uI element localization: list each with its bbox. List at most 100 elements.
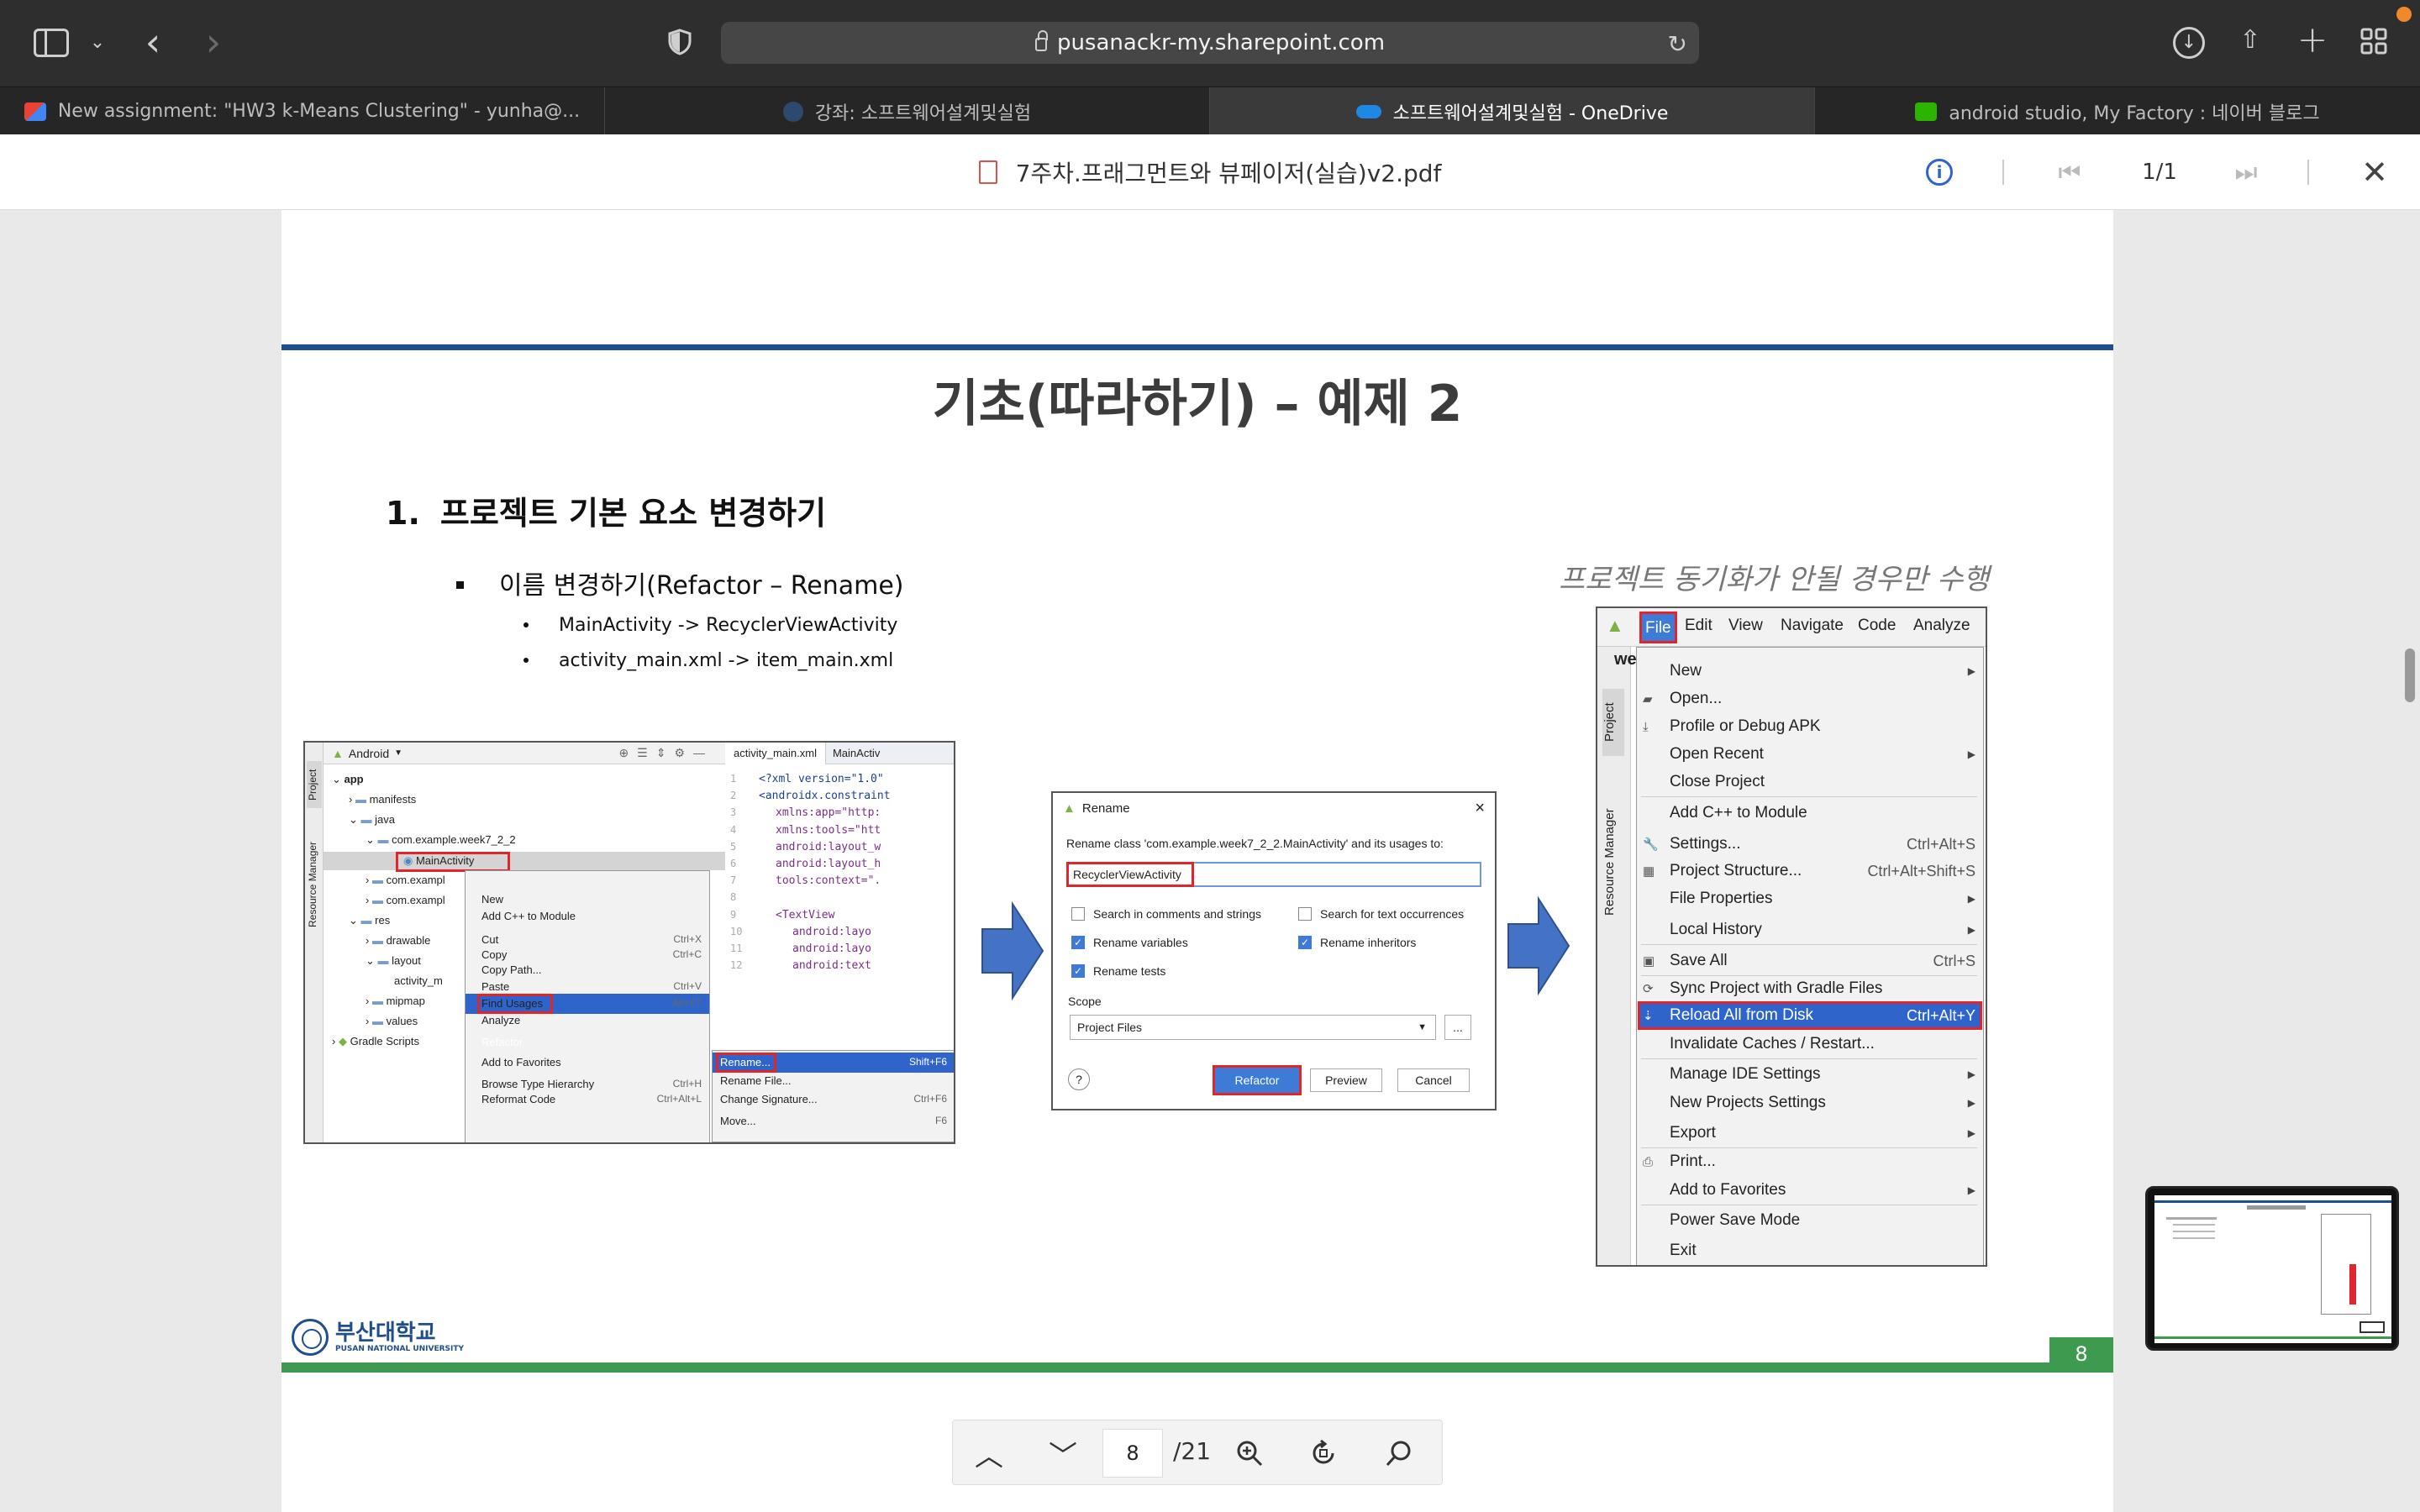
- code-line-number: 9: [730, 908, 737, 921]
- file-menu-item[interactable]: Open Recent ▶: [1643, 743, 1975, 765]
- file-menu-item[interactable]: Add to Favorites ▶: [1643, 1179, 1975, 1201]
- tree-item[interactable]: › ▬ com.exampl: [366, 874, 445, 886]
- tree-item-mainactivity[interactable]: ◉ MainActivity: [396, 852, 510, 872]
- context-menu-item[interactable]: Add C++ to Module: [481, 907, 702, 924]
- tab-gmail[interactable]: New assignment: "HW3 k-Means Clustering"…: [0, 87, 605, 135]
- tree-item[interactable]: › ▬ values: [366, 1015, 418, 1027]
- file-menu-item[interactable]: Manage IDE Settings ▶: [1643, 1063, 1975, 1085]
- download-icon[interactable]: ↓: [2173, 27, 2205, 59]
- file-menu-item[interactable]: New ▶: [1643, 660, 1975, 682]
- file-menu-item[interactable]: ⤓ Profile or Debug APK: [1643, 716, 1975, 738]
- tab-overview-icon[interactable]: [2360, 27, 2388, 55]
- ide-menu-view[interactable]: View: [1728, 617, 1763, 635]
- ide-menu-file[interactable]: File: [1639, 612, 1677, 643]
- last-page-icon[interactable]: ⏭: [2232, 155, 2260, 190]
- page-number-input[interactable]: 8: [1102, 1429, 1163, 1478]
- prev-page-icon[interactable]: ︿: [968, 1432, 1010, 1474]
- tree-item[interactable]: › ▬ com.exampl: [366, 894, 445, 906]
- refactor-button[interactable]: Refactor: [1213, 1065, 1302, 1095]
- rename-input[interactable]: RecyclerViewActivity: [1066, 862, 1481, 887]
- forward-icon[interactable]: ›: [197, 23, 230, 61]
- context-menu-item[interactable]: Copy Path...: [481, 961, 702, 978]
- tree-item[interactable]: ⌄ ▬ res: [349, 914, 390, 927]
- preview-button[interactable]: Preview: [1310, 1068, 1382, 1092]
- share-icon[interactable]: ⇧: [2235, 24, 2265, 57]
- address-bar[interactable]: pusanackr-my.sharepoint.com ↻: [721, 22, 1699, 64]
- search-icon[interactable]: [1378, 1432, 1420, 1474]
- tab-blog[interactable]: android studio, My Factory : 네이버 블로그: [1815, 87, 2420, 135]
- file-menu-item[interactable]: 🔧 Settings... Ctrl+Alt+S: [1643, 833, 1975, 855]
- file-menu-item[interactable]: ⟳ Sync Project with Gradle Files: [1643, 978, 1975, 1000]
- back-icon[interactable]: ‹: [136, 23, 170, 61]
- cancel-button[interactable]: Cancel: [1397, 1068, 1470, 1092]
- context-menu-item[interactable]: Refactor: [481, 1033, 702, 1050]
- tab-onedrive[interactable]: 소프트웨어설계및실험 - OneDrive: [1210, 87, 1815, 135]
- opt-comments[interactable]: Search in comments and strings: [1071, 907, 1261, 921]
- tree-item[interactable]: ⌄ ▬ java: [349, 813, 395, 827]
- rotate-icon[interactable]: [1302, 1432, 1344, 1474]
- tree-item[interactable]: › ◆ Gradle Scripts: [332, 1035, 419, 1048]
- file-menu-item[interactable]: Exit: [1643, 1240, 1975, 1262]
- close-icon[interactable]: ×: [1475, 799, 1485, 818]
- file-menu-item[interactable]: File Properties ▶: [1643, 888, 1975, 910]
- next-page-icon[interactable]: ﹀: [1042, 1432, 1084, 1474]
- context-menu-item[interactable]: Find Usages Alt+F7: [481, 995, 702, 1011]
- context-menu-item[interactable]: Reformat Code Ctrl+Alt+L: [481, 1090, 702, 1107]
- ide-menu-edit[interactable]: Edit: [1685, 617, 1712, 635]
- context-menu-item[interactable]: New: [481, 890, 702, 907]
- scrollbar-thumb[interactable]: [2405, 648, 2415, 702]
- tree-item[interactable]: › ▬ mipmap: [366, 995, 425, 1007]
- file-menu-item[interactable]: Invalidate Caches / Restart...: [1643, 1033, 1975, 1055]
- opt-inheritors[interactable]: ✓ Rename inheritors: [1298, 936, 1416, 949]
- tree-item[interactable]: activity_m: [394, 974, 443, 987]
- tree-item[interactable]: ⌄ ▬ layout: [366, 954, 421, 968]
- opt-tests[interactable]: ✓ Rename tests: [1071, 964, 1165, 978]
- file-menu-item[interactable]: ▣ Save All Ctrl+S: [1643, 950, 1975, 972]
- file-menu-item[interactable]: Export ▶: [1643, 1122, 1975, 1144]
- tree-item[interactable]: ⌄ app: [332, 773, 364, 786]
- page-thumbnail-preview[interactable]: [2145, 1186, 2399, 1351]
- file-menu-item[interactable]: ⎙ Print...: [1643, 1151, 1975, 1173]
- zoom-in-icon[interactable]: [1228, 1432, 1270, 1474]
- tab-course[interactable]: 강좌: 소프트웨어설계및실험: [605, 87, 1210, 135]
- opt-variables[interactable]: ✓ Rename variables: [1071, 936, 1188, 949]
- new-tab-icon[interactable]: +: [2296, 22, 2329, 59]
- file-menu-item[interactable]: Close Project: [1643, 771, 1975, 793]
- ide-menu-navigate[interactable]: Navigate: [1781, 617, 1844, 635]
- file-menu-item[interactable]: ▦ Project Structure... Ctrl+Alt+Shift+S: [1643, 860, 1975, 882]
- shield-icon[interactable]: [666, 27, 694, 57]
- ide-menu-analyze[interactable]: Analyze: [1913, 617, 1970, 635]
- context-menu-item[interactable]: Analyze: [481, 1011, 702, 1028]
- chevron-down-icon[interactable]: ⌄: [87, 29, 108, 57]
- file-menu-item[interactable]: Local History ▶: [1643, 919, 1975, 941]
- file-menu-item[interactable]: ⇣ Reload All from Disk Ctrl+Alt+Y: [1643, 1005, 1975, 1026]
- first-page-icon[interactable]: ⏮: [2055, 155, 2084, 190]
- file-menu-item[interactable]: ▰ Open...: [1643, 688, 1975, 710]
- code-line: android:layout_w: [776, 840, 881, 853]
- file-menu-item[interactable]: Power Save Mode: [1643, 1210, 1975, 1231]
- opt-text[interactable]: Search for text occurrences: [1298, 907, 1464, 921]
- refactor-submenu-item[interactable]: Change Signature... Ctrl+F6: [720, 1090, 947, 1107]
- refactor-submenu-item[interactable]: Move... F6: [720, 1112, 947, 1129]
- tree-item[interactable]: › ▬ drawable: [366, 934, 430, 947]
- reload-icon[interactable]: ↻: [1668, 30, 1687, 58]
- refactor-submenu-item[interactable]: Rename File...: [720, 1072, 947, 1089]
- tree-item[interactable]: ⌄ ▬ com.example.week7_2_2: [366, 833, 516, 847]
- file-menu-item[interactable]: New Projects Settings ▶: [1643, 1092, 1975, 1114]
- sync-note: 프로젝트 동기화가 안될 경우만 수행: [1559, 563, 1990, 596]
- ide-menu-code[interactable]: Code: [1858, 617, 1896, 635]
- tree-item[interactable]: › ▬ manifests: [349, 793, 416, 806]
- help-icon[interactable]: ?: [1068, 1068, 1090, 1090]
- close-icon[interactable]: ✕: [2358, 154, 2391, 191]
- scope-browse-button[interactable]: ...: [1444, 1015, 1471, 1040]
- context-menu-item[interactable]: Cut Ctrl+X: [481, 931, 702, 948]
- info-icon[interactable]: i: [1926, 159, 1953, 186]
- file-menu-item[interactable]: Add C++ to Module: [1643, 802, 1975, 824]
- scope-select[interactable]: Project Files ▼: [1070, 1015, 1436, 1040]
- context-menu-item[interactable]: Paste Ctrl+V: [481, 978, 702, 995]
- context-menu-item[interactable]: Browse Type Hierarchy Ctrl+H: [481, 1075, 702, 1092]
- context-menu-item[interactable]: Copy Ctrl+C: [481, 946, 702, 963]
- refactor-submenu-item[interactable]: Rename... Shift+F6: [720, 1053, 947, 1070]
- sidebar-toggle-icon[interactable]: [34, 29, 69, 57]
- context-menu-item[interactable]: Add to Favorites: [481, 1053, 702, 1070]
